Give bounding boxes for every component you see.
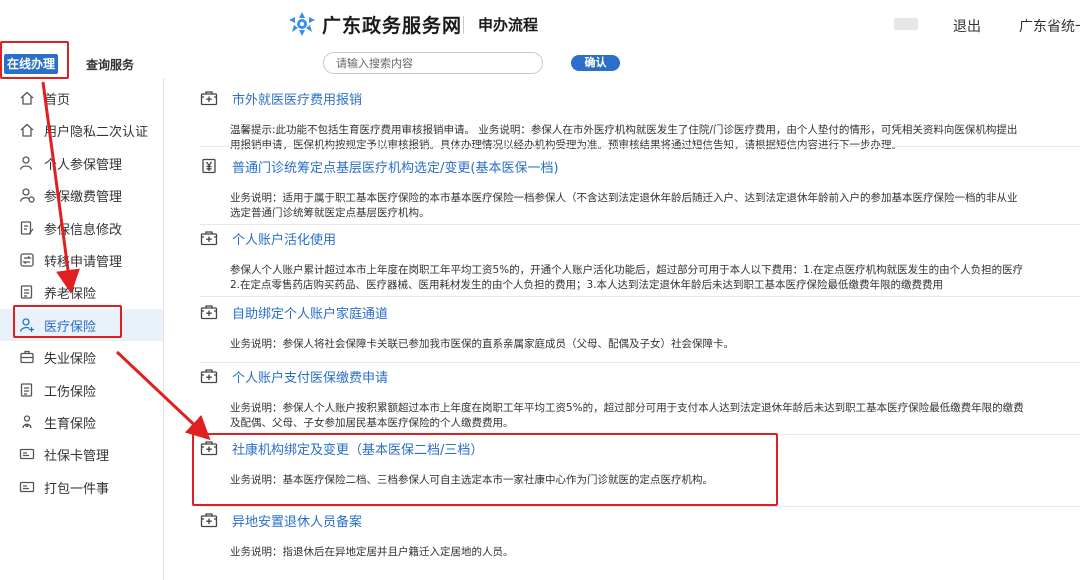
- sidebar-item-label: 参保信息修改: [44, 222, 123, 238]
- header-divider: [463, 16, 464, 34]
- home-icon: [19, 90, 35, 106]
- yuan-doc-icon: [200, 158, 218, 174]
- search-confirm-button[interactable]: 确认: [571, 55, 620, 71]
- medical-kit-icon: [200, 368, 218, 384]
- service-item: 普通门诊统筹定点基层医疗机构选定/变更(基本医保一档) 业务说明：适用于属于职工基…: [200, 156, 1080, 228]
- sidebar-item[interactable]: 社保卡管理: [0, 438, 163, 470]
- card-icon: [19, 479, 35, 495]
- service-description: 业务说明：参保人个人账户按积累额超过本市上年度在岗职工年平均工资5%的，超过部分…: [230, 402, 1024, 414]
- sidebar-item-label: 养老保险: [44, 287, 97, 303]
- site-logo-icon: [289, 12, 315, 36]
- payment-icon: [19, 187, 35, 203]
- sidebar-item[interactable]: 打包一件事: [0, 471, 163, 503]
- sidebar-item-label: 打包一件事: [44, 481, 110, 497]
- sidebar-item[interactable]: 失业保险: [0, 341, 163, 373]
- service-divider: [200, 506, 1080, 507]
- sidebar-item[interactable]: 参保缴费管理: [0, 179, 163, 211]
- transfer-icon: [19, 252, 35, 268]
- service-item: 异地安置退休人员备案业务说明：指退休后在异地定居并且户籍迁入定居地的人员。: [200, 510, 1080, 580]
- service-title-link[interactable]: 普通门诊统筹定点基层医疗机构选定/变更(基本医保一档): [232, 157, 559, 176]
- sidebar-item[interactable]: 养老保险: [0, 276, 163, 308]
- sidebar-item-label: 首页: [44, 93, 71, 108]
- service-title-link[interactable]: 异地安置退休人员备案: [232, 511, 362, 530]
- service-title-link[interactable]: 市外就医医疗费用报销: [232, 89, 362, 108]
- region-link[interactable]: 广东省统一: [1019, 16, 1080, 36]
- annotation-box-online-tab: [0, 41, 69, 79]
- sidebar-item-label: 社保卡管理: [44, 449, 110, 465]
- document-icon: [19, 382, 35, 398]
- annotation-box-medical-insurance: [13, 305, 122, 338]
- top-header: 广东政务服务网 申办流程 退出 广东省统一: [0, 0, 1080, 48]
- edit-doc-icon: [19, 220, 35, 236]
- service-description: 业务说明：指退休后在异地定居并且户籍迁入定居地的人员。: [230, 546, 514, 558]
- briefcase-icon: [19, 349, 35, 365]
- document-icon: [19, 284, 35, 300]
- sidebar-item-label: 个人参保管理: [44, 157, 123, 173]
- sidebar-item[interactable]: 个人参保管理: [0, 147, 163, 179]
- service-item: 市外就医医疗费用报销温馨提示:此功能不包括生育医疗费用审核报销申请。 业务说明：…: [200, 88, 1080, 151]
- sidebar-item-label: 工伤保险: [44, 384, 97, 400]
- sidebar-item[interactable]: 用户隐私二次认证: [0, 114, 163, 146]
- user-name-blurred: [894, 18, 918, 30]
- service-description: 选定普通门诊统筹就医定点基层医疗机构。: [230, 207, 430, 219]
- service-description: 参保人个人账户累计超过本市上年度在岗职工年平均工资5%的，开通个人账户活化功能后…: [230, 264, 1024, 276]
- service-divider: [200, 296, 1080, 297]
- sidebar-item[interactable]: 首页: [0, 82, 163, 114]
- service-title-link[interactable]: 个人账户活化使用: [232, 229, 336, 248]
- sidebar-item-label: 转移申请管理: [44, 255, 123, 270]
- sidebar-item[interactable]: 参保信息修改: [0, 212, 163, 244]
- search-input[interactable]: [323, 52, 543, 74]
- sidebar-item[interactable]: 转移申请管理: [0, 244, 163, 276]
- sidebar-item-label: 用户隐私二次认证: [44, 125, 149, 141]
- service-title-link[interactable]: 自助绑定个人账户家庭通道: [232, 303, 388, 322]
- baby-icon: [19, 414, 35, 430]
- card-icon: [19, 446, 35, 462]
- logout-link[interactable]: 退出: [953, 16, 981, 36]
- service-item: 个人账户支付医保缴费申请业务说明：参保人个人账户按积累额超过本市上年度在岗职工年…: [200, 366, 1080, 438]
- service-description: 2.在定点零售药店购买药品、医疗器械、医用耗材发生的由个人负担的费用；3.本人达…: [230, 279, 944, 291]
- service-title-link[interactable]: 个人账户支付医保缴费申请: [232, 367, 388, 386]
- sidebar-item[interactable]: 生育保险: [0, 406, 163, 438]
- annotation-box-target-service: [192, 433, 778, 506]
- service-description: 业务说明：适用于属于职工基本医疗保险的本市基本医疗保险一档参保人（不含达到法定退…: [230, 192, 1018, 204]
- service-description: 及配偶、父母、子女参加居民基本医疗保险的个人缴费费用。: [230, 417, 514, 429]
- service-description: 温馨提示:此功能不包括生育医疗费用审核报销申请。 业务说明：参保人在市外医疗机构…: [230, 124, 1018, 136]
- page-root: 广东政务服务网 申办流程 退出 广东省统一 在线办理 查询服务 确认 首页用户隐…: [0, 0, 1080, 580]
- medical-kit-icon: [200, 512, 218, 528]
- page-subtitle: 申办流程: [478, 16, 539, 34]
- service-divider: [200, 146, 1080, 147]
- medical-kit-icon: [200, 304, 218, 320]
- sidebar-item-label: 失业保险: [44, 352, 97, 368]
- medical-kit-icon: [200, 90, 218, 106]
- service-item: 自助绑定个人账户家庭通道业务说明：参保人将社会保障卡关联已参加我市医保的直系亲属…: [200, 302, 1080, 366]
- user-icon: [19, 155, 35, 171]
- service-divider: [200, 362, 1080, 363]
- service-divider: [200, 224, 1080, 225]
- sidebar-item[interactable]: 工伤保险: [0, 374, 163, 406]
- sidebar-item-label: 生育保险: [44, 417, 97, 432]
- sidebar-item-label: 参保缴费管理: [44, 190, 123, 206]
- service-description: 业务说明：参保人将社会保障卡关联已参加我市医保的直系亲属家庭成员（父母、配偶及子…: [230, 338, 734, 350]
- service-item: 个人账户活化使用参保人个人账户累计超过本市上年度在岗职工年平均工资5%的，开通个…: [200, 228, 1080, 300]
- site-title: 广东政务服务网: [322, 15, 463, 37]
- medical-kit-icon: [200, 230, 218, 246]
- home-icon: [19, 122, 35, 138]
- tab-query-service[interactable]: 查询服务: [86, 56, 134, 73]
